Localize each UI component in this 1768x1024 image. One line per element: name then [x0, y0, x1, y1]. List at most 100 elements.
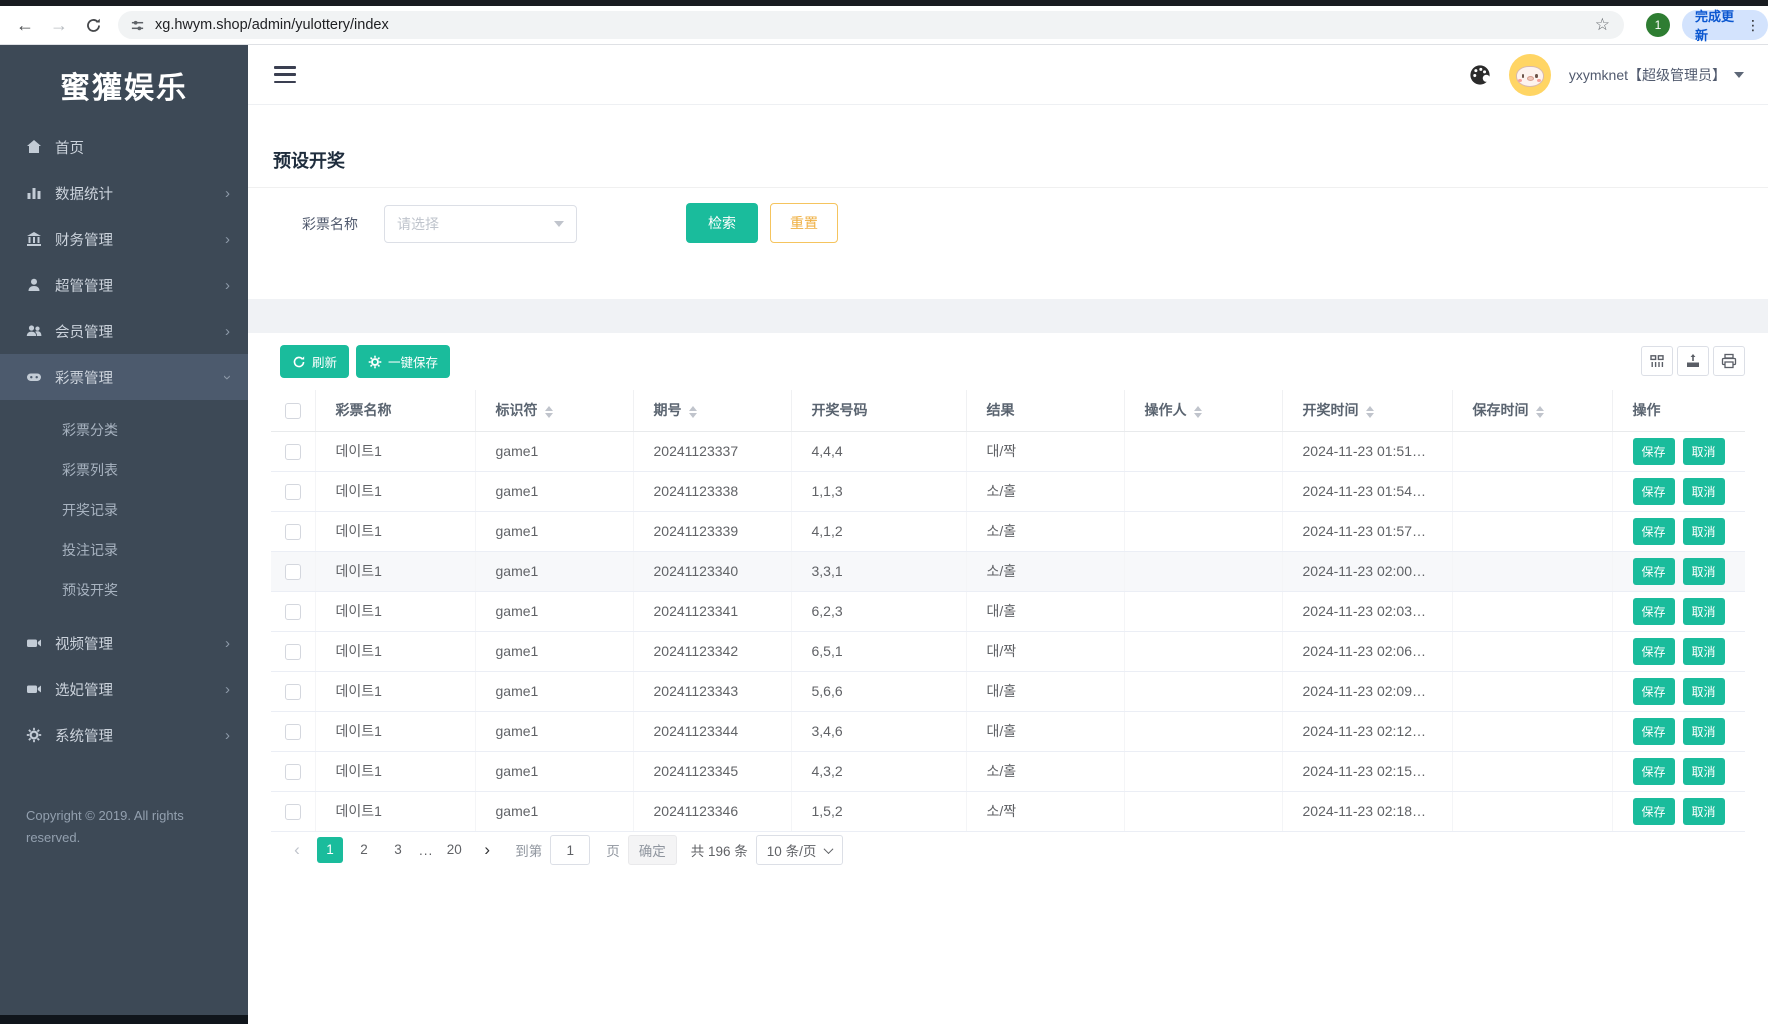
menu-toggle-icon[interactable]	[274, 66, 296, 83]
browser-forward-button[interactable]: →	[46, 12, 72, 38]
save-row-button[interactable]: 保存	[1632, 637, 1675, 665]
cancel-row-button[interactable]: 取消	[1682, 477, 1725, 505]
select-all-checkbox[interactable]	[284, 402, 301, 419]
print-button[interactable]	[1713, 346, 1745, 376]
chevron-right-icon: ›	[225, 634, 230, 652]
save-all-button[interactable]: 一键保存	[356, 345, 451, 378]
avatar[interactable]	[1508, 54, 1551, 96]
row-checkbox[interactable]	[284, 683, 301, 700]
cell-lottery-name: 데이트1	[315, 471, 476, 512]
sidebar-item-system[interactable]: 系统管理 ›	[0, 712, 248, 758]
row-checkbox[interactable]	[284, 523, 301, 540]
sidebar-item-bet-records[interactable]: 投注记录	[0, 530, 248, 570]
sidebar-item-preset-draw[interactable]: 预设开奖	[0, 570, 248, 610]
sidebar-item-video[interactable]: 视频管理 ›	[0, 620, 248, 666]
page-button-3[interactable]: 3	[385, 837, 411, 863]
cancel-row-button[interactable]: 取消	[1682, 637, 1725, 665]
cancel-row-button[interactable]: 取消	[1682, 597, 1725, 625]
app-logo: 蜜獾娱乐	[60, 72, 188, 105]
sidebar-item-concubine[interactable]: 选妃管理 ›	[0, 666, 248, 712]
sort-icon[interactable]	[1365, 405, 1374, 418]
sidebar-item-lottery[interactable]: 彩票管理 ›	[0, 354, 248, 400]
sidebar-item-superadmin[interactable]: 超管管理 ›	[0, 262, 248, 308]
page-size-select[interactable]: 10 条/页	[755, 835, 844, 865]
pagination: ‹ 1 2 3 ... 20 › 到第 页 确定 共 196 条 10 条/页	[285, 835, 844, 865]
page-button-1[interactable]: 1	[317, 837, 343, 863]
cell-save-time	[1452, 791, 1613, 832]
save-row-button[interactable]: 保存	[1632, 517, 1675, 545]
row-checkbox[interactable]	[284, 803, 301, 820]
row-checkbox[interactable]	[284, 603, 301, 620]
cancel-row-button[interactable]: 取消	[1682, 557, 1725, 585]
columns-settings-button[interactable]	[1641, 346, 1673, 376]
save-row-button[interactable]: 保存	[1632, 797, 1675, 825]
sidebar-item-members[interactable]: 会员管理 ›	[0, 308, 248, 354]
sort-icon[interactable]	[1535, 405, 1544, 418]
sort-icon[interactable]	[544, 405, 553, 418]
cell-issue: 20241123343	[633, 671, 792, 712]
save-row-button[interactable]: 保存	[1632, 677, 1675, 705]
cancel-row-button[interactable]: 取消	[1682, 797, 1725, 825]
cell-issue: 20241123342	[633, 631, 792, 672]
page-button-20[interactable]: 20	[441, 837, 467, 863]
lottery-name-select[interactable]: 请选择	[384, 205, 577, 243]
sort-icon[interactable]	[688, 405, 697, 418]
goto-confirm-button[interactable]: 确定	[627, 835, 677, 865]
row-checkbox[interactable]	[284, 483, 301, 500]
browser-refresh-button[interactable]	[80, 12, 106, 38]
cancel-row-button[interactable]: 取消	[1682, 677, 1725, 705]
col-operator[interactable]: 操作人	[1124, 390, 1283, 432]
browser-update-button[interactable]: 完成更新 ⋮	[1682, 9, 1768, 43]
refresh-button[interactable]: 刷新	[280, 345, 350, 378]
col-issue[interactable]: 期号	[633, 390, 792, 432]
cancel-row-button[interactable]: 取消	[1682, 757, 1725, 785]
cell-save-time	[1452, 591, 1613, 632]
sidebar-item-draw-records[interactable]: 开奖记录	[0, 490, 248, 530]
sidebar-item-lottery-list[interactable]: 彩票列表	[0, 450, 248, 490]
address-bar[interactable]: xg.hwym.shop/admin/yulottery/index ☆	[118, 11, 1624, 39]
table-row: 데이트1 game1 20241123340 3,3,1 소/홀 2024-11…	[271, 551, 1745, 592]
browser-profile-avatar[interactable]: 1	[1646, 13, 1670, 37]
goto-page-input[interactable]	[550, 835, 591, 865]
sidebar-item-lottery-category[interactable]: 彩票分类	[0, 410, 248, 450]
cell-identifier: game1	[475, 551, 634, 592]
page-button-2[interactable]: 2	[351, 837, 377, 863]
export-button[interactable]	[1677, 346, 1709, 376]
save-row-button[interactable]: 保存	[1632, 597, 1675, 625]
browser-back-button[interactable]: ←	[12, 12, 38, 38]
row-checkbox[interactable]	[284, 443, 301, 460]
cell-result: 소/홀	[966, 511, 1125, 552]
col-draw-time[interactable]: 开奖时间	[1282, 390, 1453, 432]
site-settings-icon[interactable]	[130, 18, 145, 33]
row-checkbox[interactable]	[284, 723, 301, 740]
user-menu[interactable]: yxymknet【超级管理员】	[1569, 65, 1744, 85]
save-row-button[interactable]: 保存	[1632, 757, 1675, 785]
sort-icon[interactable]	[1193, 405, 1202, 418]
cancel-row-button[interactable]: 取消	[1682, 517, 1725, 545]
url-text[interactable]: xg.hwym.shop/admin/yulottery/index	[155, 17, 1595, 33]
cell-identifier: game1	[475, 511, 634, 552]
reset-button[interactable]: 重置	[770, 203, 838, 243]
cancel-row-button[interactable]: 取消	[1682, 437, 1725, 465]
sidebar-item-statistics[interactable]: 数据统计 ›	[0, 170, 248, 216]
col-save-time[interactable]: 保存时间	[1452, 390, 1613, 432]
row-checkbox[interactable]	[284, 643, 301, 660]
sidebar-item-finance[interactable]: 财务管理 ›	[0, 216, 248, 262]
col-result: 结果	[966, 390, 1125, 432]
cancel-row-button[interactable]: 取消	[1682, 717, 1725, 745]
save-row-button[interactable]: 保存	[1632, 437, 1675, 465]
sidebar-item-label: 会员管理	[55, 324, 113, 341]
browser-menu-icon[interactable]: ⋮	[1746, 18, 1760, 32]
save-row-button[interactable]: 保存	[1632, 557, 1675, 585]
row-checkbox[interactable]	[284, 763, 301, 780]
search-button[interactable]: 检索	[686, 203, 758, 243]
row-checkbox[interactable]	[284, 563, 301, 580]
theme-palette-icon[interactable]	[1469, 64, 1491, 86]
save-row-button[interactable]: 保存	[1632, 717, 1675, 745]
bookmark-star-icon[interactable]: ☆	[1595, 15, 1610, 35]
col-identifier[interactable]: 标识符	[475, 390, 634, 432]
sidebar-item-home[interactable]: 首页	[0, 124, 248, 170]
save-row-button[interactable]: 保存	[1632, 477, 1675, 505]
prev-page-button[interactable]: ‹	[285, 840, 309, 860]
next-page-button[interactable]: ›	[475, 840, 499, 860]
